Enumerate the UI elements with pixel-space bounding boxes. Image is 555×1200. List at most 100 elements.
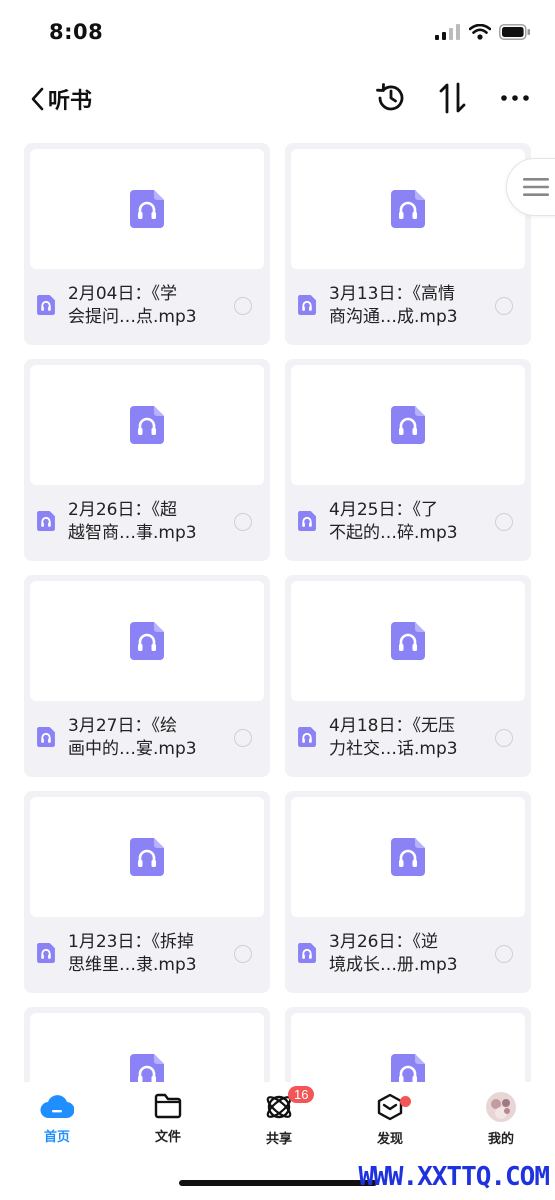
select-checkbox[interactable] <box>495 945 513 963</box>
audio-file-small-icon <box>298 511 316 531</box>
audio-file-icon <box>391 1054 425 1083</box>
tab-discover[interactable]: 发现 <box>350 1092 430 1152</box>
audio-file-small-icon <box>298 727 316 747</box>
audio-file-small-icon <box>37 943 55 963</box>
file-name-line1: 2月04日：《学 <box>68 284 177 304</box>
menu-icon <box>523 178 549 196</box>
file-name-line1: 3月26日：《逆 <box>329 932 438 952</box>
file-thumbnail <box>291 365 525 485</box>
file-thumbnail <box>30 149 264 269</box>
tab-label: 发现 <box>376 1132 403 1147</box>
tab-label: 我的 <box>487 1132 514 1147</box>
file-thumbnail <box>291 149 525 269</box>
audio-file-icon <box>391 622 425 660</box>
tab-files[interactable]: 文件 <box>128 1092 208 1152</box>
file-grid: 2月04日：《学 会提问…点.mp3 3月13日：《高情 商沟通…成.mp3 2… <box>24 143 531 1083</box>
more-button[interactable] <box>497 80 533 116</box>
file-name: 3月27日：《绘 画中的…宴.mp3 <box>68 715 228 761</box>
select-checkbox[interactable] <box>234 297 252 315</box>
file-thumbnail <box>291 1013 525 1083</box>
file-card[interactable]: 2月26日：《超 越智商…事.mp3 <box>24 359 270 561</box>
avatar <box>486 1092 516 1122</box>
file-name-line1: 2月26日：《超 <box>68 500 177 520</box>
audio-file-icon <box>391 838 425 876</box>
audio-file-icon <box>391 190 425 228</box>
side-menu-handle[interactable] <box>506 158 555 216</box>
file-name: 4月18日：《无压 力社交…话.mp3 <box>329 715 489 761</box>
file-name: 3月13日：《高情 商沟通…成.mp3 <box>329 283 489 329</box>
select-checkbox[interactable] <box>495 513 513 531</box>
tab-label: 共享 <box>265 1132 292 1147</box>
watermark: WWW.XXTTQ.COM <box>358 1162 550 1192</box>
audio-file-small-icon <box>37 511 55 531</box>
file-card[interactable] <box>285 1007 531 1083</box>
signal-icon <box>435 24 460 40</box>
audio-file-icon <box>130 1054 164 1083</box>
file-name-line1: 4月18日：《无压 <box>329 716 455 736</box>
file-name: 4月25日：《了 不起的…碎.mp3 <box>329 499 489 545</box>
file-name: 2月26日：《超 越智商…事.mp3 <box>68 499 228 545</box>
wifi-icon <box>469 24 491 40</box>
audio-file-small-icon <box>37 295 55 315</box>
file-name-line2: 不起的…碎.mp3 <box>329 523 458 543</box>
file-thumbnail <box>291 581 525 701</box>
tab-label: 文件 <box>154 1130 181 1145</box>
discover-dot-badge <box>400 1096 411 1107</box>
history-icon <box>376 83 404 111</box>
chevron-left-icon <box>31 87 44 111</box>
file-name: 3月26日：《逆 境成长…册.mp3 <box>329 931 489 977</box>
file-card[interactable]: 3月26日：《逆 境成长…册.mp3 <box>285 791 531 993</box>
more-icon <box>501 95 529 101</box>
file-name-line2: 力社交…话.mp3 <box>329 739 458 759</box>
file-name: 2月04日：《学 会提问…点.mp3 <box>68 283 228 329</box>
select-checkbox[interactable] <box>495 297 513 315</box>
audio-file-icon <box>391 406 425 444</box>
sort-icon <box>439 82 466 114</box>
folder-icon <box>154 1093 182 1119</box>
file-name-line2: 会提问…点.mp3 <box>68 307 197 327</box>
select-checkbox[interactable] <box>234 513 252 531</box>
file-card[interactable]: 4月25日：《了 不起的…碎.mp3 <box>285 359 531 561</box>
file-name-line1: 1月23日：《拆掉 <box>68 932 194 952</box>
file-name-line1: 4月25日：《了 <box>329 500 438 520</box>
tab-me[interactable]: 我的 <box>461 1092 541 1152</box>
file-name-line2: 越智商…事.mp3 <box>68 523 197 543</box>
share-badge: 16 <box>288 1086 315 1103</box>
status-icons <box>435 24 531 40</box>
audio-file-small-icon <box>37 727 55 747</box>
file-card[interactable] <box>24 1007 270 1083</box>
file-thumbnail <box>291 797 525 917</box>
file-card[interactable]: 2月04日：《学 会提问…点.mp3 <box>24 143 270 345</box>
file-thumbnail <box>30 1013 264 1083</box>
select-checkbox[interactable] <box>234 729 252 747</box>
file-thumbnail <box>30 581 264 701</box>
cloud-icon <box>40 1095 74 1119</box>
tab-home[interactable]: 首页 <box>17 1092 97 1152</box>
back-button[interactable]: 听书 <box>30 82 110 116</box>
file-card[interactable]: 4月18日：《无压 力社交…话.mp3 <box>285 575 531 777</box>
status-time: 8:08 <box>49 20 104 44</box>
file-name-line2: 思维里…隶.mp3 <box>68 955 197 975</box>
file-thumbnail <box>30 797 264 917</box>
select-checkbox[interactable] <box>234 945 252 963</box>
file-name: 1月23日：《拆掉 思维里…隶.mp3 <box>68 931 228 977</box>
sort-button[interactable] <box>435 80 471 116</box>
file-name-line1: 3月13日：《高情 <box>329 284 455 304</box>
tab-label: 首页 <box>43 1130 70 1145</box>
file-card[interactable]: 3月13日：《高情 商沟通…成.mp3 <box>285 143 531 345</box>
nav-bar: 听书 <box>0 72 555 126</box>
audio-file-icon <box>130 190 164 228</box>
select-checkbox[interactable] <box>495 729 513 747</box>
audio-file-icon <box>130 622 164 660</box>
home-indicator <box>179 1180 377 1186</box>
file-thumbnail <box>30 365 264 485</box>
file-card[interactable]: 1月23日：《拆掉 思维里…隶.mp3 <box>24 791 270 993</box>
file-name-line2: 境成长…册.mp3 <box>329 955 458 975</box>
file-card[interactable]: 3月27日：《绘 画中的…宴.mp3 <box>24 575 270 777</box>
history-button[interactable] <box>373 80 409 116</box>
status-bar: 8:08 <box>0 0 555 70</box>
tab-share[interactable]: 16 共享 <box>239 1086 319 1152</box>
page-title: 听书 <box>48 89 93 114</box>
file-name-line2: 画中的…宴.mp3 <box>68 739 197 759</box>
nav-actions <box>373 80 533 116</box>
